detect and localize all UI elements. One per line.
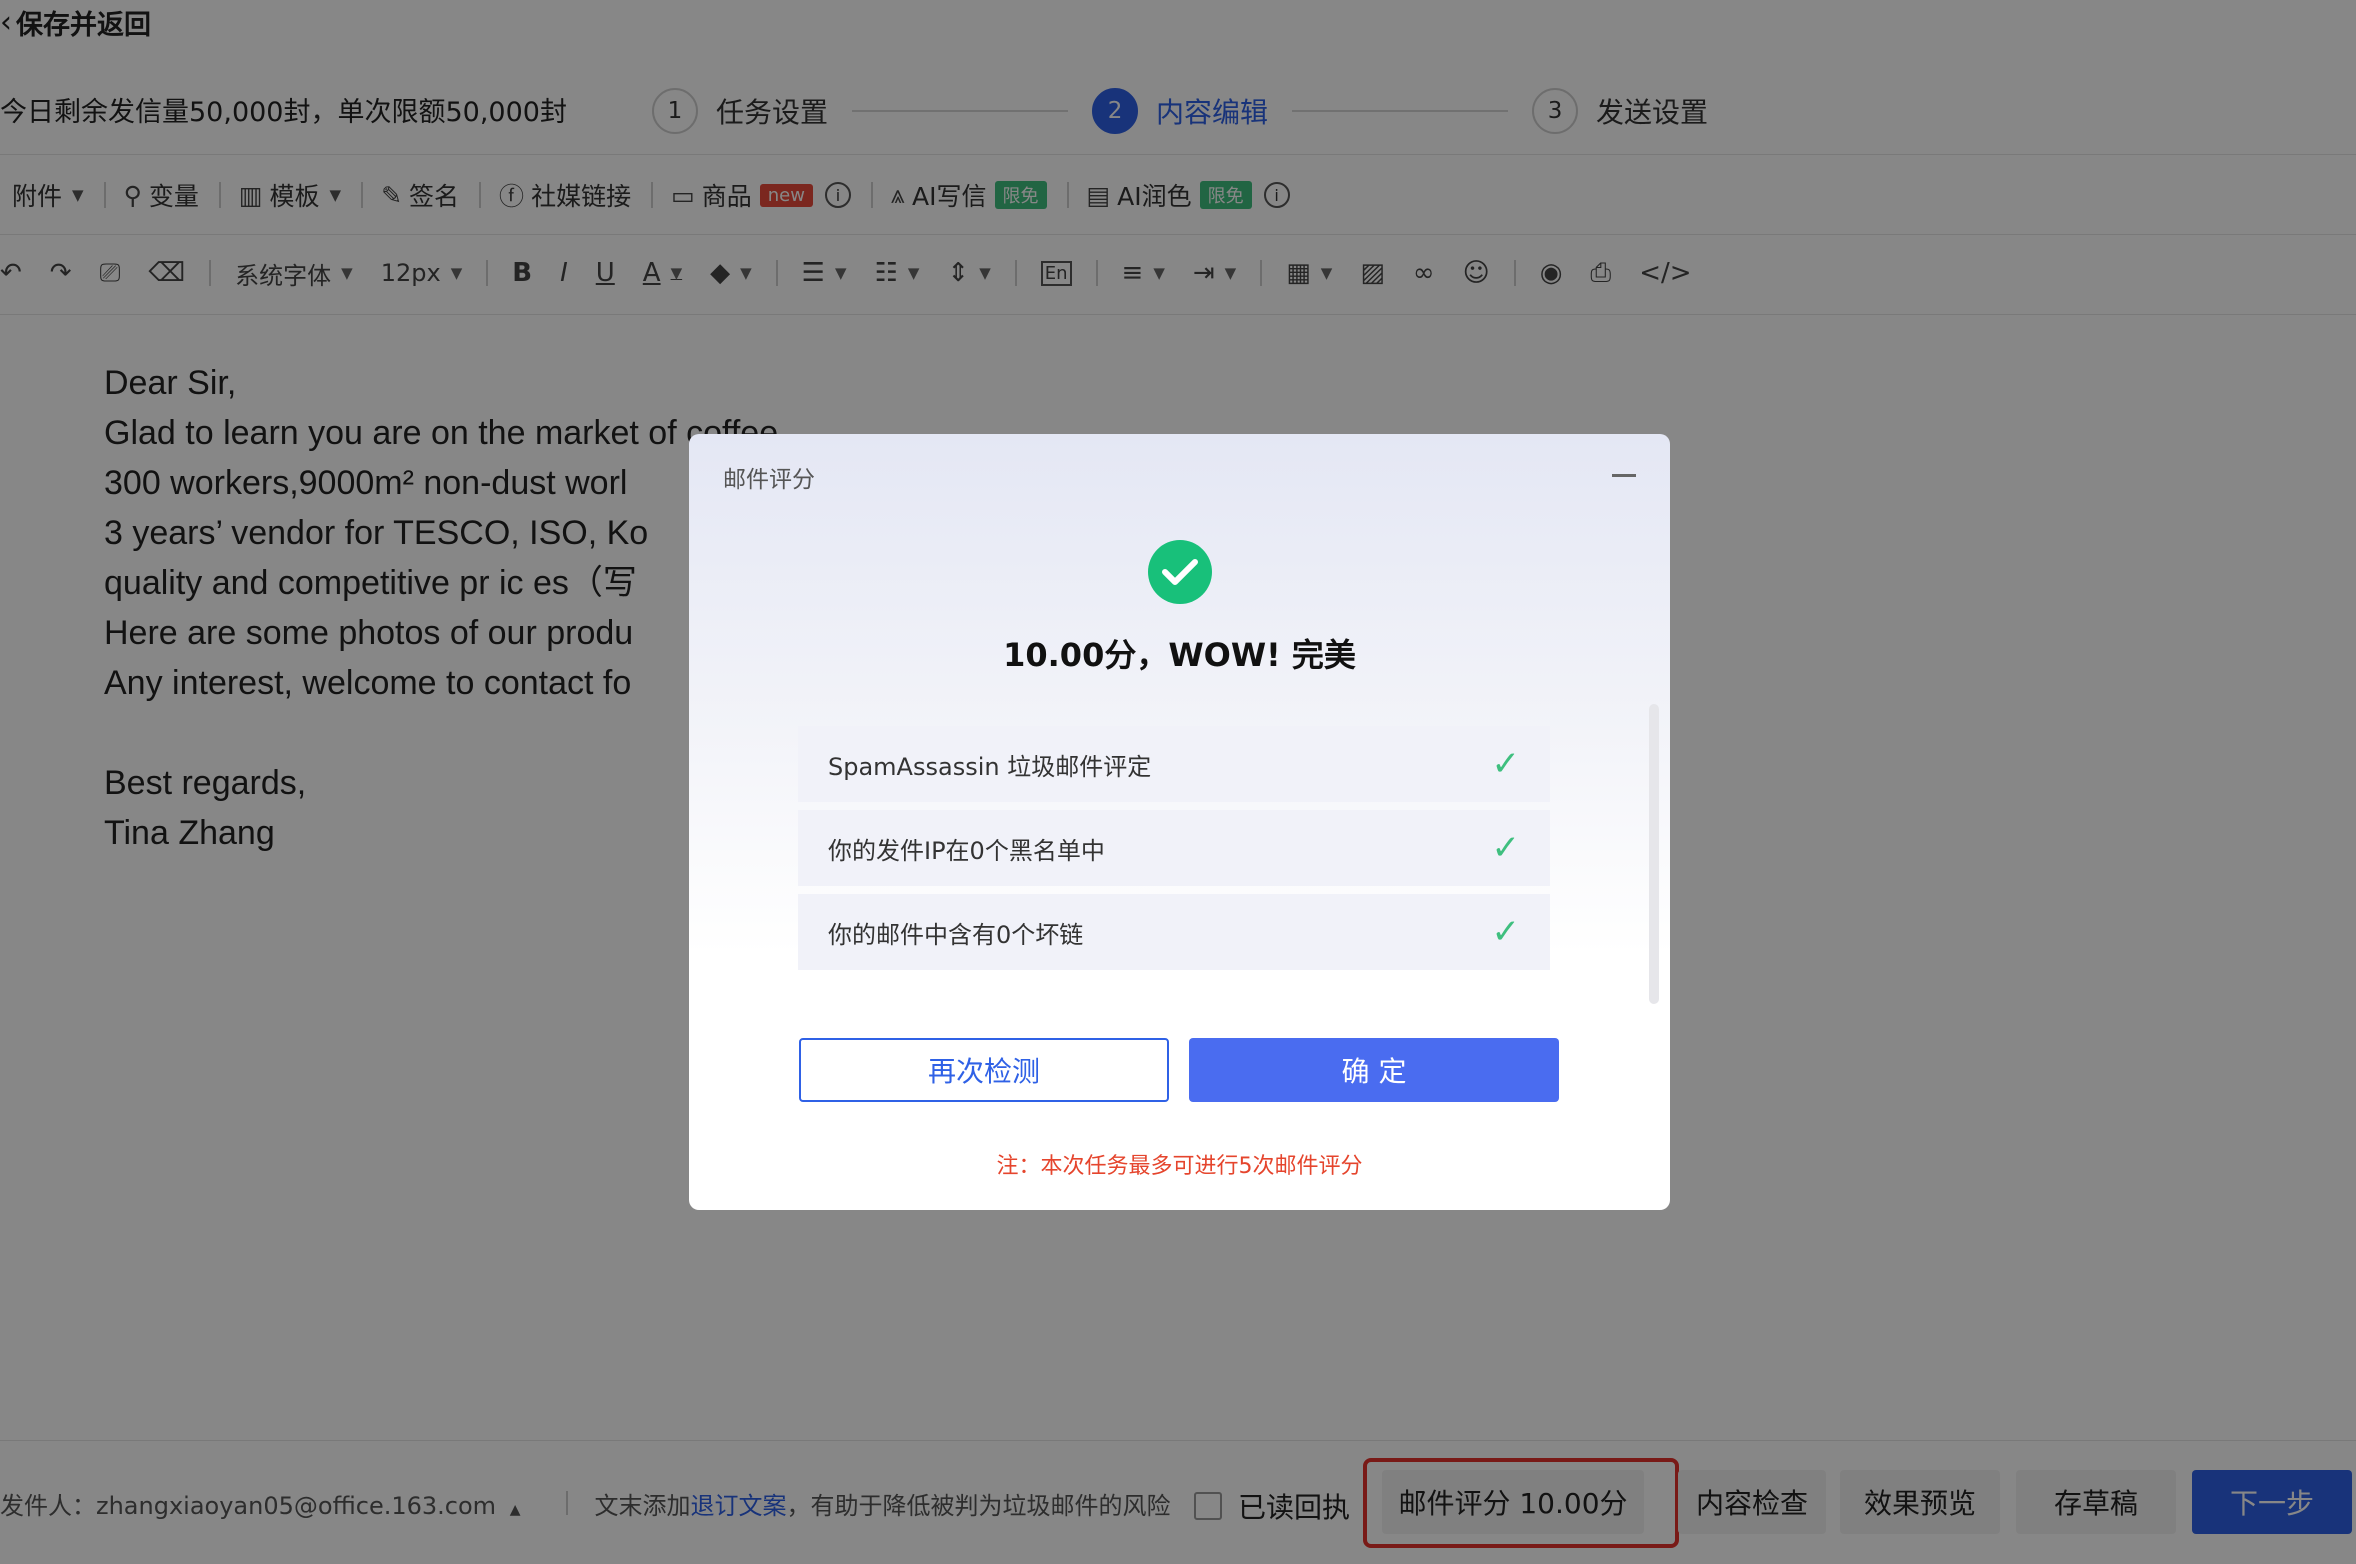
checkmark-icon: ✓ (1491, 828, 1521, 868)
list-item: SpamAssassin 垃圾邮件评定 ✓ (798, 726, 1550, 802)
checkmark-icon: ✓ (1491, 912, 1521, 952)
confirm-button[interactable]: 确 定 (1189, 1038, 1559, 1102)
checkmark-icon: ✓ (1491, 744, 1521, 784)
dialog-scrollbar[interactable] (1649, 704, 1659, 1004)
list-item: 你的发件IP在0个黑名单中 ✓ (798, 810, 1550, 886)
score-result: 10.00分，WOW! 完美 (1003, 636, 1356, 674)
check-result-list: SpamAssassin 垃圾邮件评定 ✓ 你的发件IP在0个黑名单中 ✓ 你的… (798, 726, 1550, 978)
score-limit-note: 注：本次任务最多可进行5次邮件评分 (996, 1154, 1363, 1179)
check-label: SpamAssassin 垃圾邮件评定 (828, 752, 1152, 781)
check-label: 你的邮件中含有0个坏链 (828, 920, 1084, 949)
minimize-icon[interactable] (1612, 474, 1636, 477)
recheck-button[interactable]: 再次检测 (799, 1038, 1169, 1102)
check-label: 你的发件IP在0个黑名单中 (828, 836, 1105, 865)
dialog-title: 邮件评分 (723, 467, 815, 493)
email-score-dialog: 邮件评分 10.00分，WOW! 完美 SpamAssassin 垃圾邮件评定 … (689, 434, 1670, 1210)
list-item: 你的邮件中含有0个坏链 ✓ (798, 894, 1550, 970)
success-check-icon (1148, 540, 1212, 604)
